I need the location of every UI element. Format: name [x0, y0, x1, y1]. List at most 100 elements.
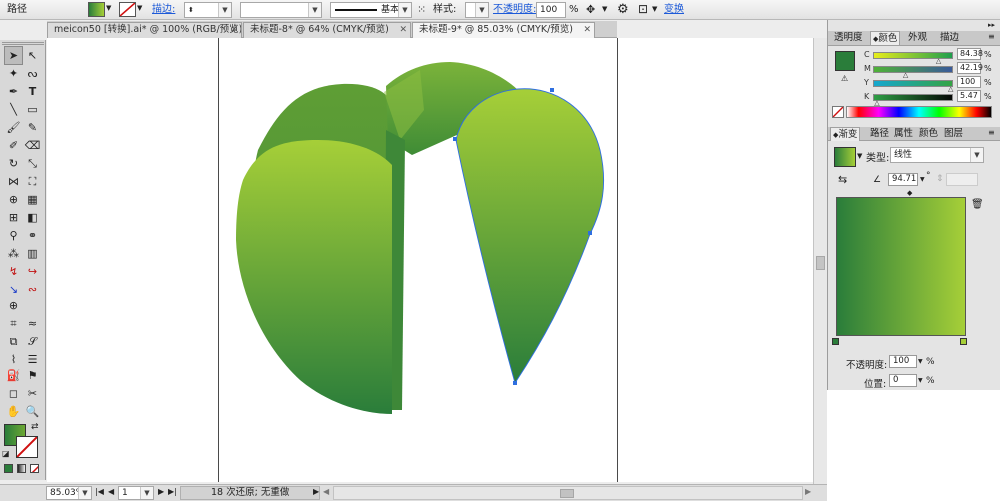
front-left-leaf[interactable] [236, 140, 392, 414]
active-fill-swatch[interactable] [835, 51, 855, 71]
chevron-down-icon[interactable]: ▼ [602, 5, 607, 13]
none-swatch[interactable] [832, 106, 844, 118]
front-right-leaf[interactable] [455, 88, 605, 385]
chevron-down-icon[interactable]: ▼ [308, 3, 321, 17]
artwork[interactable] [47, 38, 815, 482]
channel-m-thumb[interactable]: △ [903, 72, 908, 79]
tab-stroke[interactable]: 描边 [938, 31, 961, 45]
paintbrush-tool-icon[interactable]: 🖌 [4, 118, 23, 137]
channel-y-thumb[interactable]: △ [948, 86, 953, 93]
stop-location-field[interactable]: 0 [889, 374, 917, 387]
curvature-tool-icon[interactable]: ↪ [23, 262, 42, 281]
column-graph-tool-icon[interactable]: ▥ [23, 244, 42, 263]
width-tool-icon[interactable]: ⋈ [4, 172, 23, 191]
panel-menu-icon[interactable]: ≡ [988, 128, 995, 137]
toolbox-grip[interactable] [2, 42, 44, 45]
chevron-down-icon[interactable]: ▼ [857, 152, 862, 160]
gear-icon[interactable]: ⚙ [617, 2, 629, 17]
blob-brush-tool-icon[interactable]: ✐ [4, 136, 23, 155]
tab-layers[interactable]: 图层 [942, 127, 965, 141]
twirl-tool-icon[interactable]: 𝒮 [23, 332, 42, 351]
stop-opacity-field[interactable]: 100 [889, 355, 917, 368]
shape-builder-tool-icon[interactable]: ⊕ [4, 190, 23, 209]
anchor-point[interactable] [513, 381, 517, 385]
pencil-tool-icon[interactable]: ✎ [23, 118, 42, 137]
selection-tool-icon[interactable]: ➤ [4, 46, 23, 65]
symbol-sprayer-tool-icon[interactable]: ⁂ [4, 244, 23, 263]
default-colors-icon[interactable]: ◪ [2, 449, 10, 458]
gradient-ramp[interactable] [836, 197, 966, 336]
pen-tool-icon[interactable]: ✒ [4, 82, 23, 101]
previous-artboard-icon[interactable]: ◀ [108, 487, 114, 496]
slice-tool-icon[interactable]: ⧉ [4, 332, 23, 351]
fill-swatch[interactable] [88, 2, 105, 17]
stroke-profile-dropdown[interactable]: 基本 ▼ [330, 2, 412, 18]
blend-tool-icon[interactable]: ⚭ [23, 226, 42, 245]
graphic-style-swatch[interactable]: ▼ [465, 2, 489, 18]
channel-m-field[interactable]: 42.19 [957, 62, 983, 74]
hand-tool-icon[interactable]: ✋ [4, 402, 23, 421]
magic-wand-tool-icon[interactable]: ✦ [4, 64, 23, 83]
tab-path[interactable]: 路径 [868, 127, 891, 141]
eraser-tool-icon[interactable]: ⌫ [23, 136, 42, 155]
swap-arrow-icon[interactable]: ⇄ [31, 422, 39, 432]
tab-gradient[interactable]: ◆渐变 [830, 127, 861, 141]
channel-k-slider[interactable] [873, 94, 953, 101]
anchor-point[interactable] [588, 231, 592, 235]
rectangle-tool-icon[interactable]: ▭ [23, 100, 42, 119]
horizontal-scrollbar[interactable] [333, 486, 803, 500]
tab-document-3[interactable]: 未标题-9* @ 85.03% (CMYK/预览) ✕ [412, 22, 595, 38]
stroke-link[interactable]: 描边: [152, 3, 175, 17]
angle-dropdown-icon[interactable]: ▼ [920, 176, 925, 183]
tab-transparency[interactable]: 透明度 [832, 31, 865, 45]
close-icon[interactable]: ✕ [399, 23, 407, 37]
next-artboard-icon[interactable]: ▶ [158, 487, 164, 496]
tab-appearance[interactable]: 外观 [906, 31, 929, 45]
stop-location-dropdown-icon[interactable]: ▼ [918, 377, 923, 384]
scrollbar-thumb[interactable] [816, 256, 825, 270]
aspect-ratio-icon[interactable]: ⇕ [936, 174, 944, 184]
zoom-dropdown[interactable]: 85.03% ▼ [46, 486, 92, 500]
warp-tool-icon[interactable]: ≈ [23, 314, 42, 333]
chevron-down-icon[interactable]: ▼ [218, 3, 231, 17]
scrollbar-thumb[interactable] [560, 489, 574, 498]
smooth-tool-icon[interactable]: ∾ [23, 280, 42, 299]
reverse-gradient-icon[interactable]: ⇆ [838, 173, 847, 186]
anchor-point[interactable] [550, 88, 554, 92]
first-artboard-icon[interactable]: |◀ [95, 487, 104, 496]
panel-collapse-icon[interactable]: ▸▸ [988, 20, 995, 30]
gradient-mode-icon[interactable] [17, 464, 26, 473]
chevron-down-icon[interactable]: ▼ [106, 4, 111, 12]
anchor-point[interactable] [453, 137, 457, 141]
stroke-swatch[interactable] [119, 2, 136, 17]
channel-c-thumb[interactable]: △ [936, 58, 941, 65]
tab-document-2[interactable]: 未标题-8* @ 64% (CMYK/预览) ✕ [243, 22, 411, 38]
type-tool-icon[interactable]: T [23, 82, 42, 101]
knife-tool-icon[interactable]: ✂ [23, 384, 42, 403]
status-menu-arrow-icon[interactable]: ▶ [313, 487, 319, 496]
lasso-tool-icon[interactable]: ᔓ [23, 64, 42, 83]
artboard-tool-icon[interactable]: ⌗ [4, 314, 23, 333]
channel-y-slider[interactable] [873, 80, 953, 87]
recolor-icon[interactable]: ✥ [586, 3, 595, 16]
stop-opacity-dropdown-icon[interactable]: ▼ [918, 358, 923, 365]
aspect-ratio-field[interactable] [946, 173, 978, 186]
live-paint-select-tool-icon[interactable]: ⚑ [23, 366, 42, 385]
target-tool-icon[interactable]: ⊕ [4, 296, 23, 315]
eyedropper-tool-icon[interactable]: ⚲ [4, 226, 23, 245]
chevron-down-icon[interactable]: ▼ [140, 487, 153, 499]
stroke-color-box[interactable] [16, 436, 38, 458]
tab-color-guide[interactable]: 颜色 [917, 127, 940, 141]
zoom-tool-icon[interactable]: 🔍 [23, 402, 42, 421]
chevron-down-icon[interactable]: ▼ [475, 3, 488, 17]
close-icon[interactable]: ✕ [230, 23, 238, 37]
color-mode-icon[interactable] [4, 464, 13, 473]
none-mode-icon[interactable] [30, 464, 39, 473]
opacity-field[interactable]: 100 [536, 2, 566, 18]
gradient-type-dropdown[interactable]: 线性 ▼ [890, 147, 984, 163]
panel-menu-icon[interactable]: ≡ [988, 32, 995, 41]
crop-tool-icon[interactable]: ◻ [4, 384, 23, 403]
chevron-down-icon[interactable]: ▼ [137, 4, 142, 12]
vertical-scrollbar[interactable] [813, 38, 827, 486]
gradient-angle-field[interactable]: 94.71 [888, 173, 918, 186]
